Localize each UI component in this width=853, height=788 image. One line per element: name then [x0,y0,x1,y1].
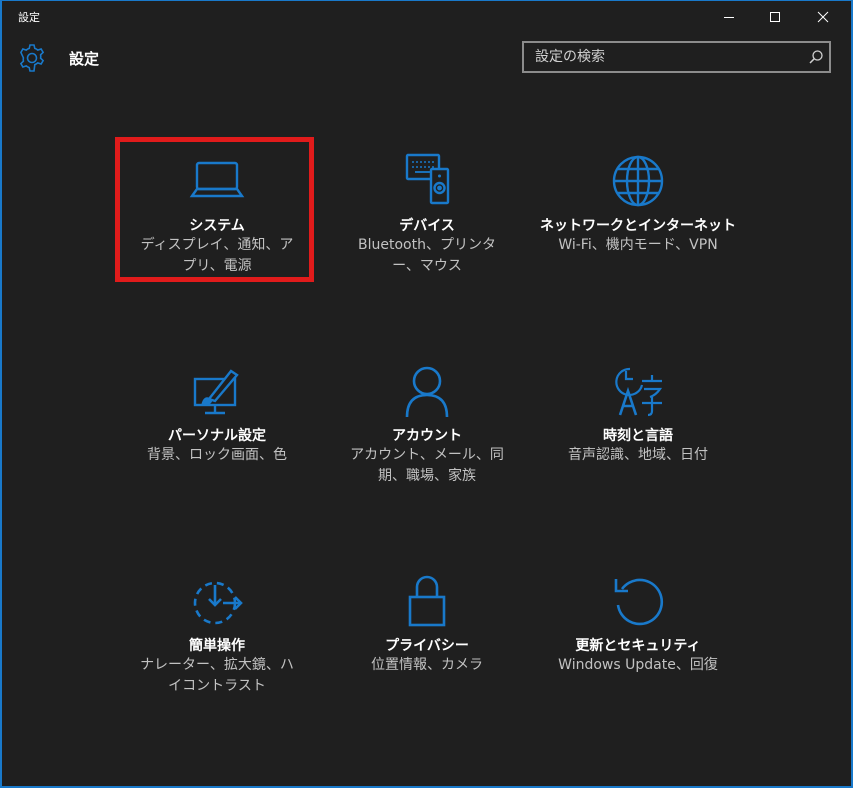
devices-icon [405,153,450,205]
close-icon [817,11,829,22]
tile-network[interactable]: ネットワークとインターネット Wi-Fi、機内モード、VPN [538,151,738,301]
laptop-icon [189,161,245,198]
tile-label: 時刻と言語 [603,428,673,444]
tile-label: ネットワークとインターネット [540,218,736,234]
ease-of-access-icon [193,581,243,625]
update-icon [614,578,664,626]
tile-description: 音声認識、地域、日付 [568,447,708,463]
close-button[interactable] [800,1,846,32]
gear-icon [19,44,45,72]
search-box[interactable] [522,41,831,73]
tile-label: パーソナル設定 [168,428,266,444]
minimize-button[interactable] [706,1,752,32]
maximize-button[interactable] [752,1,798,32]
tile-description: ナレーター、拡大鏡、ハイコントラスト [140,657,294,694]
tile-description: Wi-Fi、機内モード、VPN [558,237,718,253]
tile-ease-of-access[interactable]: 簡単操作 ナレーター、拡大鏡、ハイコントラスト [117,571,317,721]
maximize-icon [770,11,780,22]
window-title: 設定 [18,11,40,24]
person-icon [405,366,449,418]
tile-label: プライバシー [385,638,469,654]
tile-description: アカウント、メール、同期、職場、家族 [350,447,504,484]
time-language-icon [615,367,663,417]
tile-description: Bluetooth、プリンター、マウス [358,237,496,274]
tile-description: 背景、ロック画面、色 [147,447,287,463]
tile-label: アカウント [392,428,462,444]
tile-description: 位置情報、カメラ [371,657,483,673]
tile-update-security[interactable]: 更新とセキュリティ Windows Update、回復 [538,571,738,721]
tile-personalization[interactable]: パーソナル設定 背景、ロック画面、色 [117,361,317,511]
page-title: 設定 [69,50,100,68]
tile-description: ディスプレイ、通知、アプリ、電源 [140,237,294,274]
personalization-icon [193,369,239,415]
globe-icon [612,155,664,207]
tile-description: Windows Update、回復 [558,657,718,673]
tile-accounts[interactable]: アカウント アカウント、メール、同期、職場、家族 [327,361,527,511]
tile-label: デバイス [399,218,455,234]
settings-window: 設定 設定 設定の検索 システム ディスプレイ、通知、アプリ、電源 デバイス B… [0,0,853,788]
tile-time-language[interactable]: 時刻と言語 音声認識、地域、日付 [538,361,738,511]
settings-header: 設定 [2,32,851,84]
minimize-icon [724,16,734,18]
tile-devices[interactable]: デバイス Bluetooth、プリンター、マウス [327,151,527,301]
tile-label: 簡単操作 [189,638,245,654]
lock-icon [408,575,446,627]
tile-system[interactable]: システム ディスプレイ、通知、アプリ、電源 [117,151,317,301]
tile-label: システム [189,218,245,234]
search-input[interactable] [524,43,805,71]
tile-privacy[interactable]: プライバシー 位置情報、カメラ [327,571,527,721]
title-bar[interactable]: 設定 [2,1,851,32]
search-icon[interactable] [807,48,825,66]
tile-label: 更新とセキュリティ [575,638,701,654]
